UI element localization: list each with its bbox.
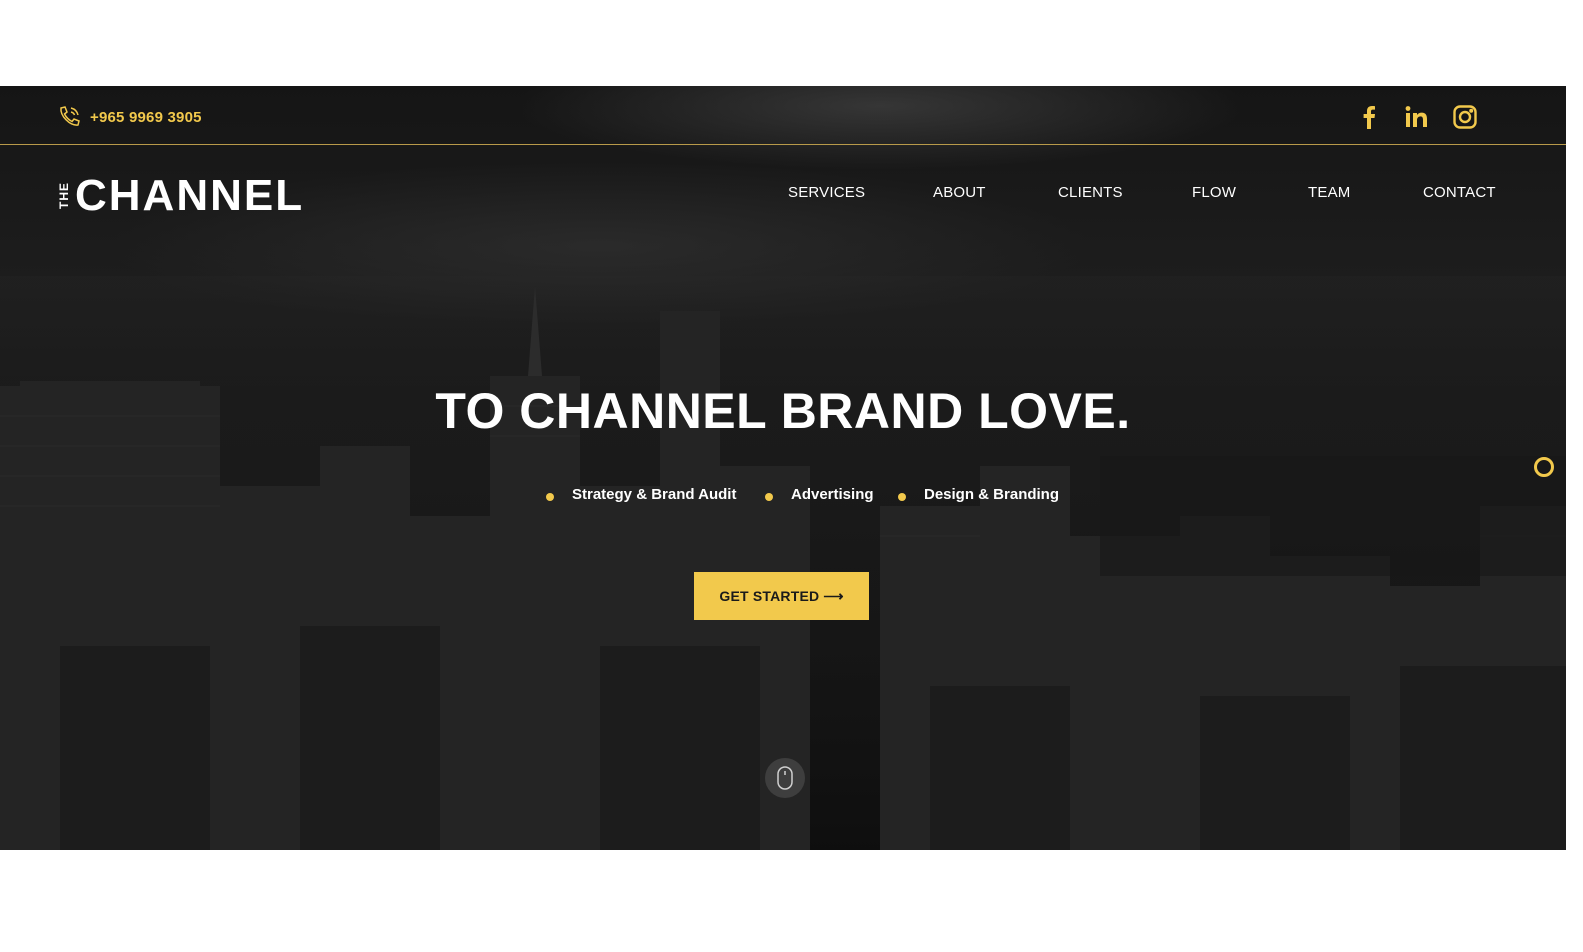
top-bar: +965 9969 3905 [0, 86, 1566, 145]
get-started-label: GET STARTED [719, 588, 820, 604]
nav-team[interactable]: TEAM [1308, 184, 1350, 201]
service-item: Design & Branding [924, 486, 1060, 503]
nav-clients[interactable]: CLIENTS [1058, 184, 1123, 201]
nav-contact[interactable]: CONTACT [1423, 184, 1496, 201]
nav-flow[interactable]: FLOW [1192, 184, 1236, 201]
phone-icon [60, 106, 80, 126]
phone-number: +965 9969 3905 [90, 108, 202, 126]
nav-about[interactable]: ABOUT [933, 184, 986, 201]
get-started-button[interactable]: GET STARTED ⟶ [694, 572, 869, 620]
phone-contact[interactable]: +965 9969 3905 [56, 104, 202, 130]
mouse-scroll-icon[interactable] [765, 758, 805, 798]
service-item: Advertising [791, 486, 874, 503]
hero-section: +965 9969 3905 THE CHANNEL SERVICES ABOU… [0, 86, 1566, 850]
bullet-dot [765, 493, 773, 501]
hero-headline: TO CHANNEL BRAND LOVE. [435, 383, 1131, 439]
service-item: Strategy & Brand Audit [572, 486, 737, 503]
facebook-icon[interactable] [1356, 104, 1382, 130]
bullet-dot [898, 493, 906, 501]
arrow-right-icon: ⟶ [823, 587, 844, 604]
instagram-icon[interactable] [1452, 104, 1478, 130]
main-nav: SERVICES ABOUT CLIENTS FLOW TEAM CONTACT [0, 184, 1566, 206]
social-links [1356, 104, 1478, 130]
circle-indicator-icon[interactable] [1534, 457, 1554, 477]
services-list: Strategy & Brand Audit Advertising Desig… [0, 486, 1566, 508]
linkedin-icon[interactable] [1404, 104, 1430, 130]
nav-services[interactable]: SERVICES [788, 184, 865, 201]
bullet-dot [546, 493, 554, 501]
